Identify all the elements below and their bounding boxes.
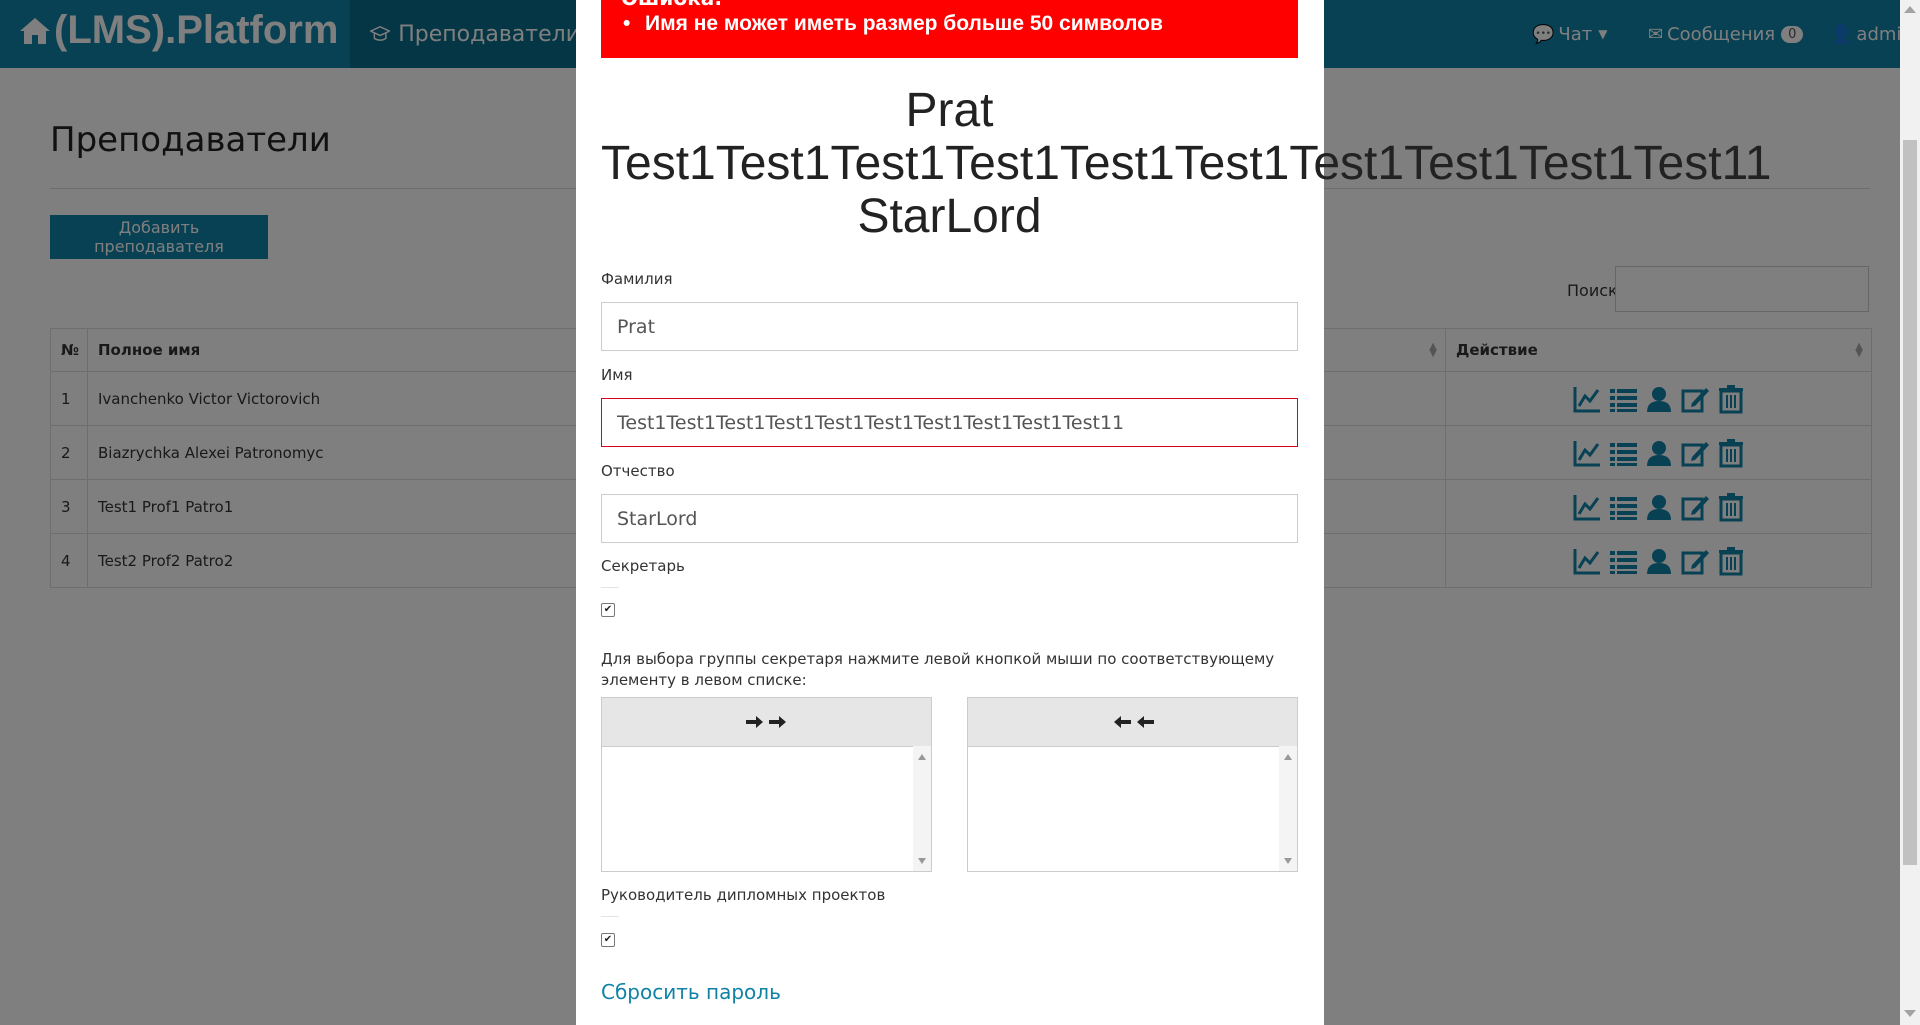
modal-heading: Prat Test1Test1Test1Test1Test1Test1Test1… <box>601 84 1772 243</box>
last-name-field[interactable]: Prat <box>601 302 1298 351</box>
error-title: Ошибка: <box>621 0 722 10</box>
first-name-field[interactable]: Test1Test1Test1Test1Test1Test1Test1Test1… <box>601 398 1298 447</box>
heading-last-name: Prat <box>905 84 994 137</box>
checkmark-icon: ✔ <box>603 934 613 945</box>
reset-password-link[interactable]: Сбросить пароль <box>601 980 781 1004</box>
selected-groups-picker <box>967 697 1298 872</box>
selected-groups-list[interactable] <box>968 746 1297 871</box>
scroll-up-icon <box>918 754 926 760</box>
supervisor-checkbox[interactable]: ✔ <box>601 933 615 947</box>
app-background: (LMS).Platform Преподаватели 💬 Чат ▼ ✉ С… <box>0 0 1900 1025</box>
secretary-checkbox[interactable]: ✔ <box>601 603 615 617</box>
move-all-left-button[interactable] <box>968 698 1297 747</box>
divider <box>601 587 619 588</box>
double-arrow-right-icon <box>745 716 786 728</box>
available-groups-list[interactable] <box>602 746 931 871</box>
scrollbar-thumb[interactable] <box>1903 140 1917 865</box>
secretary-help-text: Для выбора группы секретаря нажмите лево… <box>601 650 1275 689</box>
secretary-label: Секретарь <box>601 557 685 575</box>
list-scrollbar[interactable] <box>1279 746 1297 871</box>
scroll-up-icon <box>1284 754 1292 760</box>
heading-first-name: Test1Test1Test1Test1Test1Test1Test1Test1… <box>601 137 1772 190</box>
supervisor-label: Руководитель дипломных проектов <box>601 886 886 904</box>
scroll-up-icon[interactable] <box>1904 6 1916 13</box>
error-alert: Ошибка: Имя не может иметь размер больше… <box>601 0 1298 58</box>
error-message: Имя не может иметь размер больше 50 симв… <box>623 12 1163 36</box>
first-name-label: Имя <box>601 366 633 384</box>
scroll-down-icon[interactable] <box>1904 1010 1916 1017</box>
last-name-label: Фамилия <box>601 270 673 288</box>
move-all-right-button[interactable] <box>602 698 931 747</box>
divider <box>601 916 619 917</box>
checkmark-icon: ✔ <box>603 604 613 615</box>
double-arrow-left-icon <box>1113 716 1154 728</box>
middle-name-label: Отчество <box>601 462 675 480</box>
list-scrollbar[interactable] <box>913 746 931 871</box>
edit-teacher-modal: Ошибка: Имя не может иметь размер больше… <box>576 0 1772 1025</box>
scroll-down-icon <box>1284 858 1292 864</box>
scroll-down-icon <box>918 858 926 864</box>
available-groups-picker <box>601 697 932 872</box>
middle-name-field[interactable]: StarLord <box>601 494 1298 543</box>
heading-middle-name: StarLord <box>857 190 1042 243</box>
